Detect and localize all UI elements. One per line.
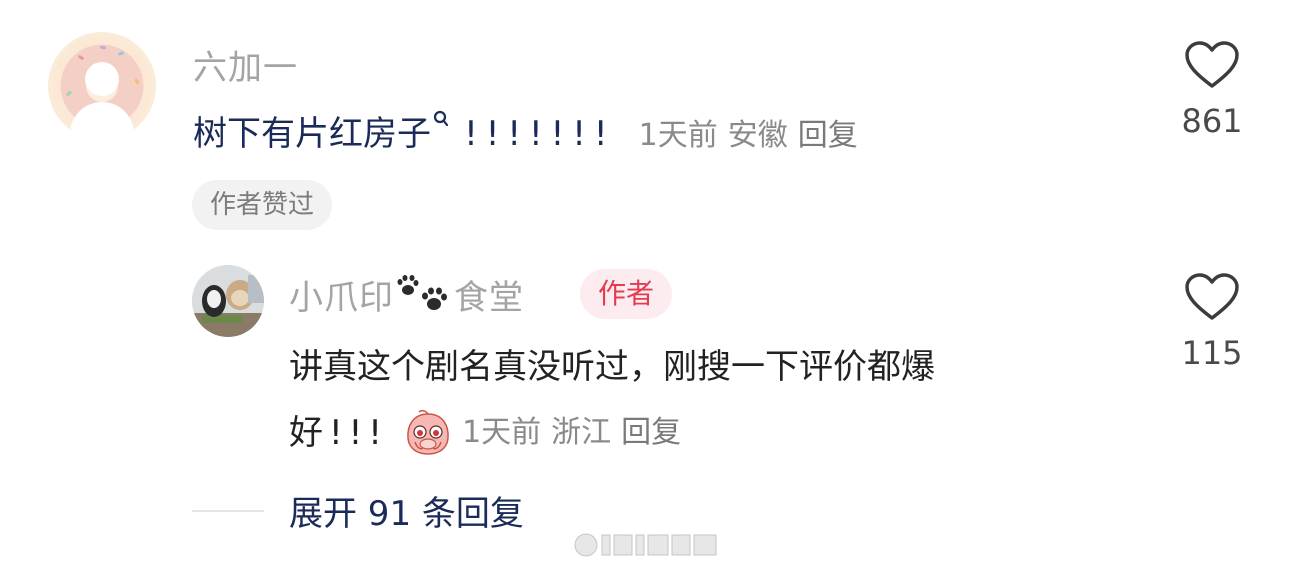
- expand-divider: [192, 510, 264, 512]
- heart-outline-icon: [1185, 273, 1239, 320]
- reply-text-line2: 好!!!: [289, 413, 388, 453]
- comment-location: 安徽: [727, 118, 788, 153]
- reply-body-line2: 好!!! 1天前 浙江 回复: [289, 405, 691, 456]
- comment-meta: 1天前 安徽 回复: [639, 118, 868, 153]
- comment-text: 树下有片红房子: [193, 114, 431, 154]
- crying-peach-emoji-icon: [403, 408, 453, 456]
- reply-like-button[interactable]: 115: [1172, 272, 1252, 372]
- paw-print-icon: [394, 273, 454, 313]
- reply-username[interactable]: 小爪印 食堂: [289, 270, 524, 319]
- comment-time: 1天前: [638, 118, 718, 153]
- heart-outline-icon: [1185, 41, 1239, 88]
- reply-like-count: 115: [1181, 334, 1243, 372]
- watermark-logo: [572, 527, 720, 563]
- like-count: 861: [1181, 102, 1243, 140]
- reply-text-line1: 讲真这个剧名真没听过，刚搜一下评价都爆: [289, 347, 935, 387]
- reply-location: 浙江: [551, 415, 612, 450]
- author-liked-badge: 作者赞过: [192, 180, 333, 230]
- reply-meta: 1天前 浙江 回复: [462, 415, 691, 450]
- reply-button[interactable]: 回复: [798, 118, 858, 153]
- reply-username-post: 食堂: [454, 278, 524, 318]
- author-badge: 作者: [580, 269, 673, 319]
- reply-username-pre: 小爪印: [289, 278, 394, 318]
- like-button[interactable]: 861: [1172, 40, 1252, 140]
- comment-exclaim: !!!!!!!: [464, 114, 616, 154]
- search-icon[interactable]: [433, 110, 449, 130]
- comment-username[interactable]: 六加一: [193, 40, 298, 89]
- expand-replies-button[interactable]: 展开 91 条回复: [289, 486, 524, 535]
- reply-time: 1天前: [462, 415, 542, 450]
- comment-body: 树下有片红房子 !!!!!!! 1天前 安徽 回复: [193, 106, 868, 155]
- avatar[interactable]: [48, 32, 156, 140]
- reply-avatar[interactable]: [192, 265, 264, 337]
- reply-reply-button[interactable]: 回复: [621, 415, 681, 450]
